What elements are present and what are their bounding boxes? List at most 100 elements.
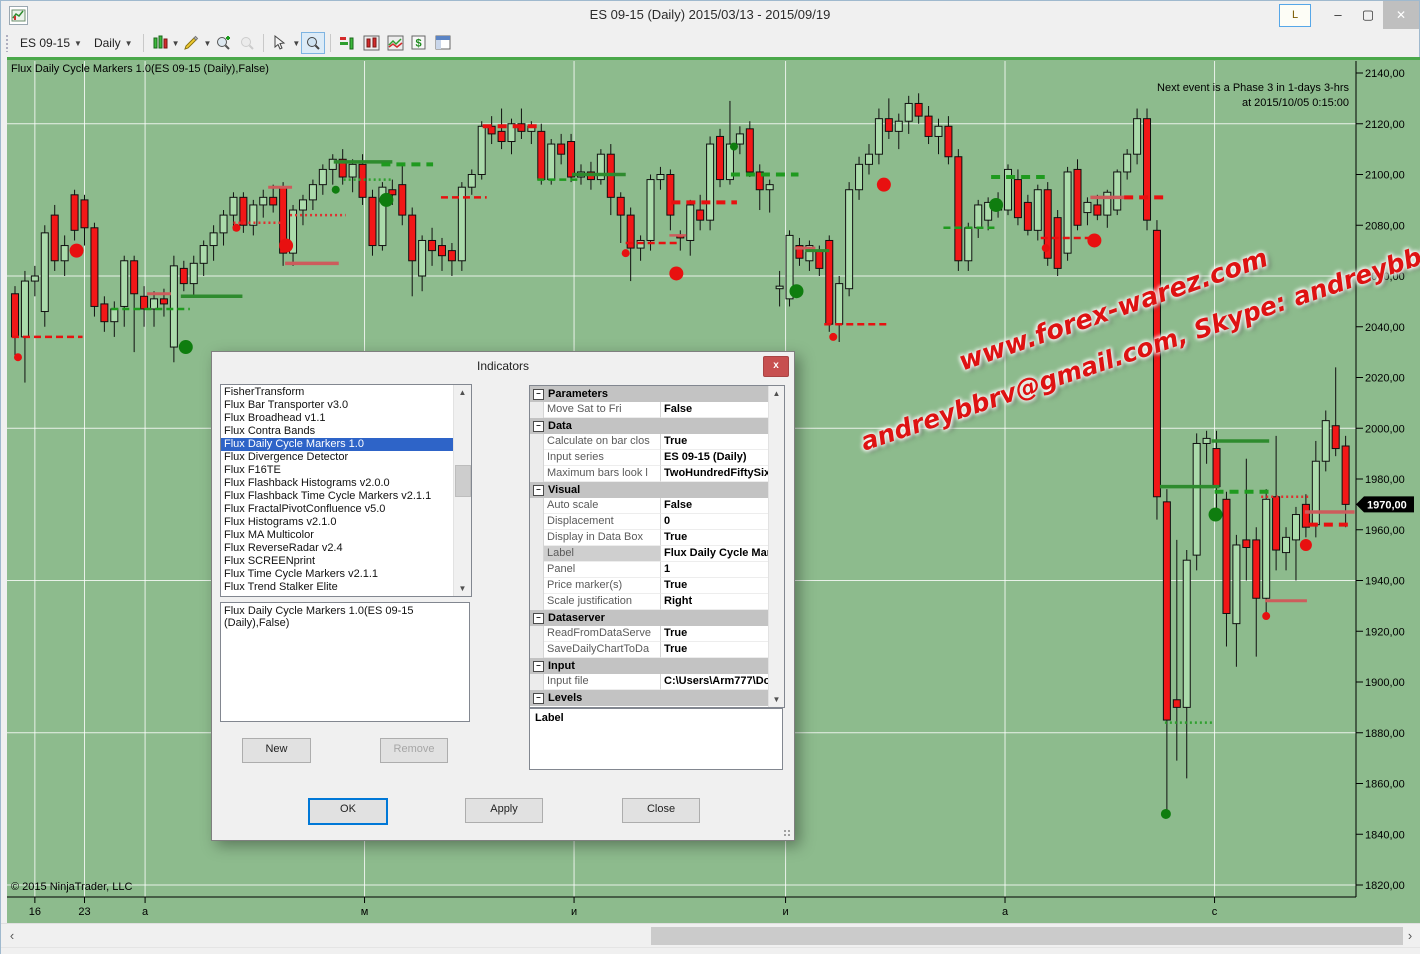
draw-icon[interactable] — [180, 33, 202, 53]
chevron-down-icon[interactable]: ▼ — [172, 39, 180, 48]
property-section-header[interactable]: –Dataserver — [530, 610, 769, 626]
close-button[interactable]: ✕ — [1383, 1, 1419, 29]
property-section-header[interactable]: –Data — [530, 418, 769, 434]
zoom-out-icon[interactable] — [236, 33, 258, 53]
property-row[interactable]: Displacement0 — [530, 514, 769, 530]
collapse-icon[interactable]: – — [533, 693, 544, 704]
property-row[interactable]: SaveDailyChartToDaTrue — [530, 642, 769, 658]
property-value[interactable]: True — [661, 642, 769, 658]
indicator-list-item[interactable]: Flux ReverseRadar v2.4 — [221, 542, 454, 555]
property-value[interactable]: ES 09-15 (Daily) — [661, 450, 769, 466]
property-value[interactable]: False — [661, 498, 769, 514]
property-value[interactable]: Right — [661, 594, 769, 610]
cursor-icon[interactable] — [269, 33, 291, 53]
section-label: Data — [548, 420, 572, 432]
toolbar-grip-icon[interactable] — [5, 34, 10, 52]
collapse-icon[interactable]: – — [533, 485, 544, 496]
collapse-icon[interactable]: – — [533, 613, 544, 624]
property-row[interactable]: Price marker(s)True — [530, 578, 769, 594]
indicator-list-item[interactable]: Flux Flashback Time Cycle Markers v2.1.1 — [221, 490, 454, 503]
property-value[interactable]: True — [661, 578, 769, 594]
chevron-down-icon[interactable]: ▼ — [292, 39, 300, 48]
property-section-header[interactable]: –Parameters — [530, 386, 769, 402]
indicator-list-item[interactable]: Flux Flashback Histograms v2.0.0 — [221, 477, 454, 490]
title-bar[interactable]: ES 09-15 (Daily) 2015/03/13 - 2015/09/19… — [1, 1, 1419, 29]
property-value[interactable]: True — [661, 434, 769, 450]
chart-panel-icon[interactable] — [360, 33, 382, 53]
property-row[interactable]: Calculate on bar closTrue — [530, 434, 769, 450]
indicator-list-item[interactable]: Flux Time Cycle Markers v2.1.1 — [221, 568, 454, 581]
property-row[interactable]: Input seriesES 09-15 (Daily) — [530, 450, 769, 466]
indicator-list-item[interactable]: Flux Daily Cycle Markers 1.0 — [221, 438, 454, 451]
collapse-icon[interactable]: – — [533, 661, 544, 672]
indicator-icon[interactable] — [336, 33, 358, 53]
collapse-icon[interactable]: – — [533, 421, 544, 432]
property-row[interactable]: LabelFlux Daily Cycle Mark — [530, 546, 769, 562]
property-section-header[interactable]: –Levels — [530, 690, 769, 706]
property-value[interactable]: True — [661, 530, 769, 546]
property-row[interactable]: Scale justificationRight — [530, 594, 769, 610]
property-value[interactable]: True — [661, 626, 769, 642]
property-value[interactable]: C:\Users\Arm777\Do — [661, 674, 769, 690]
collapse-icon[interactable]: – — [533, 389, 544, 400]
next-event-annotation: Next event is a Phase 3 in 1-days 3-hrs … — [1157, 81, 1349, 111]
new-button[interactable]: New — [242, 738, 311, 763]
dollar-icon[interactable]: $ — [408, 33, 430, 53]
ok-button[interactable]: OK — [308, 798, 388, 825]
maximize-button[interactable]: ▢ — [1353, 1, 1383, 29]
list-scrollbar[interactable]: ▲ ▼ — [453, 385, 471, 596]
indicator-list-item[interactable]: Flux FractalPivotConfluence v5.0 — [221, 503, 454, 516]
indicator-list-item[interactable]: Flux Divergence Detector — [221, 451, 454, 464]
property-row[interactable]: Display in Data BoxTrue — [530, 530, 769, 546]
property-value[interactable]: 0 — [661, 514, 769, 530]
indicator-list-item[interactable]: Flux Bar Transporter v3.0 — [221, 399, 454, 412]
data-grid-icon[interactable] — [432, 33, 454, 53]
magnifier-icon[interactable] — [301, 32, 325, 54]
configured-indicators-panel[interactable]: Flux Daily Cycle Markers 1.0(ES 09-15 (D… — [220, 602, 470, 722]
property-value[interactable]: TwoHundredFiftySix — [661, 466, 769, 482]
property-section-header[interactable]: –Visual — [530, 482, 769, 498]
scroll-right-icon[interactable]: › — [1401, 924, 1419, 948]
property-grid-scrollbar[interactable]: ▲ ▼ — [768, 386, 784, 707]
indicator-list[interactable]: FisherTransformFlux Bar Transporter v3.0… — [220, 384, 472, 597]
scroll-up-icon[interactable]: ▲ — [454, 385, 471, 400]
property-value[interactable]: Flux Daily Cycle Mark — [661, 546, 769, 562]
indicator-list-item[interactable]: Flux F16TE — [221, 464, 454, 477]
instrument-selector[interactable]: ES 09-15▼ — [15, 34, 87, 52]
indicator-list-item[interactable]: Flux Histograms v2.1.0 — [221, 516, 454, 529]
resize-grip[interactable] — [783, 829, 791, 837]
property-row[interactable]: ReadFromDataServeTrue — [530, 626, 769, 642]
property-section-header[interactable]: –Input — [530, 658, 769, 674]
indicator-list-item[interactable]: Flux Trend Stalker Elite — [221, 581, 454, 594]
property-row[interactable]: Move Sat to FriFalse — [530, 402, 769, 418]
property-row[interactable]: Maximum bars look lTwoHundredFiftySix — [530, 466, 769, 482]
minimize-button[interactable]: – — [1323, 1, 1353, 29]
indicator-list-item[interactable]: Flux SCREENprint — [221, 555, 454, 568]
scrollbar-thumb[interactable] — [455, 465, 471, 497]
zoom-in-icon[interactable] — [212, 33, 234, 53]
chart-style-icon[interactable] — [149, 33, 171, 53]
dialog-close-button[interactable]: x — [763, 356, 789, 377]
indicator-list-item[interactable]: Flux MA Multicolor — [221, 529, 454, 542]
scroll-down-icon[interactable]: ▼ — [769, 692, 784, 707]
horizontal-scrollbar[interactable]: ‹ › — [1, 923, 1420, 948]
indicator-list-item[interactable]: Flux Contra Bands — [221, 425, 454, 438]
scroll-left-icon[interactable]: ‹ — [3, 924, 21, 948]
indicator-list-item[interactable]: Flux Broadhead v1.1 — [221, 412, 454, 425]
scroll-up-icon[interactable]: ▲ — [769, 386, 784, 401]
property-value[interactable]: False — [661, 402, 769, 418]
property-grid[interactable]: –ParametersMove Sat to FriFalse–DataCalc… — [529, 385, 785, 708]
scroll-down-icon[interactable]: ▼ — [454, 581, 471, 596]
indicator-list-item[interactable]: FisherTransform — [221, 386, 454, 399]
chevron-down-icon[interactable]: ▼ — [203, 39, 211, 48]
apply-button[interactable]: Apply — [465, 798, 543, 823]
property-row[interactable]: Auto scaleFalse — [530, 498, 769, 514]
line-chart-icon[interactable] — [384, 33, 406, 53]
property-value[interactable]: 1 — [661, 562, 769, 578]
property-row[interactable]: Panel1 — [530, 562, 769, 578]
link-button[interactable]: L — [1279, 4, 1311, 27]
period-selector[interactable]: Daily▼ — [89, 34, 138, 52]
property-row[interactable]: Input fileC:\Users\Arm777\Do — [530, 674, 769, 690]
dialog-close-button-bottom[interactable]: Close — [622, 798, 700, 823]
scrollbar-thumb[interactable] — [651, 927, 1403, 945]
